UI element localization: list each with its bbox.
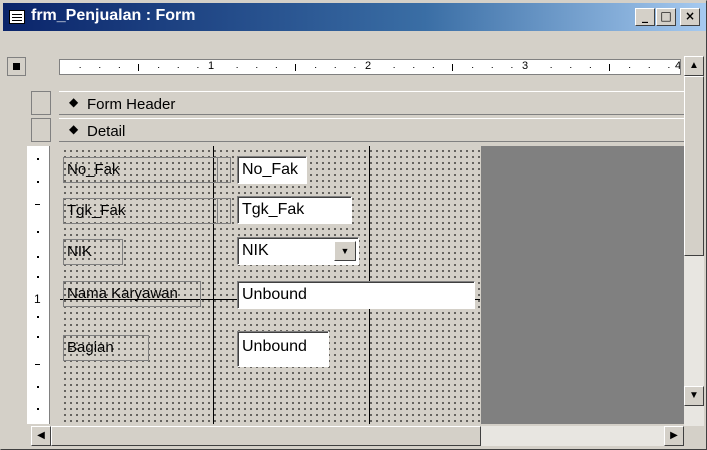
detail-label: Detail: [87, 123, 126, 140]
ruler-dot: [589, 67, 591, 68]
ruler-dot: [393, 67, 395, 68]
ruler-dot: [668, 67, 670, 68]
field-selector[interactable]: [217, 198, 231, 224]
ruler-dot: [158, 67, 160, 68]
textbox-no-fak[interactable]: No_Fak: [237, 156, 307, 184]
ruler-dot: [432, 67, 434, 68]
vertical-scroll-thumb[interactable]: [684, 76, 704, 256]
vertical-ruler[interactable]: 1: [27, 146, 50, 424]
ruler-dot: [197, 67, 199, 68]
ruler-tick: [35, 204, 40, 205]
detail-selector[interactable]: [31, 118, 51, 142]
label-nik[interactable]: NIK: [63, 239, 123, 265]
form-header-selector[interactable]: [31, 91, 51, 115]
detail-bar[interactable]: ◆ Detail: [59, 118, 684, 142]
ruler-dot: [550, 67, 552, 68]
scroll-down-button[interactable]: ▼: [684, 386, 704, 406]
vruler-mark-1: 1: [34, 292, 41, 306]
ruler-mark-4: 4: [675, 60, 681, 72]
form-icon[interactable]: [9, 10, 25, 24]
ruler-dot: [177, 67, 179, 68]
ruler-mark-3: 3: [522, 60, 529, 72]
horizontal-scroll-thumb[interactable]: [51, 426, 481, 446]
label-bagian[interactable]: Bagian: [63, 335, 149, 361]
grid-line: [213, 146, 214, 424]
ruler-dot: [236, 67, 238, 68]
ruler-dot: [334, 67, 336, 68]
ruler-tick: [37, 316, 39, 318]
window-title: frm_Penjualan : Form: [31, 7, 196, 24]
ruler-dot: [354, 67, 356, 68]
combobox-nik[interactable]: NIK ▼: [237, 237, 359, 265]
textbox-nama-karyawan[interactable]: Unbound: [237, 281, 475, 309]
field-selector[interactable]: [217, 157, 231, 183]
close-button[interactable]: ×: [680, 8, 700, 26]
maximize-button[interactable]: □: [656, 8, 676, 26]
ruler-mark-1: 1: [208, 60, 215, 72]
ruler-tick: [35, 364, 40, 365]
ruler-dot: [79, 67, 81, 68]
ruler-tick: [37, 276, 39, 278]
section-arrow-icon: ◆: [69, 122, 79, 136]
label-tgk-fak[interactable]: Tgk_Fak: [63, 198, 231, 224]
form-header-label: Form Header: [87, 96, 176, 113]
vertical-scrollbar[interactable]: ▲ ▼: [684, 56, 704, 426]
label-no-fak[interactable]: No_Fak: [63, 157, 231, 183]
ruler-mark-2: 2: [365, 60, 372, 72]
ruler-tick: [37, 386, 39, 388]
ruler-dot: [491, 67, 493, 68]
form-background-area: [481, 146, 684, 424]
scroll-up-button[interactable]: ▲: [684, 56, 704, 76]
ruler-tick: [37, 256, 39, 258]
ruler-dot: [315, 67, 317, 68]
ruler-dot: [472, 67, 474, 68]
ruler-dot: [570, 67, 572, 68]
ruler-dot: [413, 67, 415, 68]
ruler-dot: [275, 67, 277, 68]
ruler-dot: [648, 67, 650, 68]
ruler-tick: [37, 408, 39, 410]
combobox-nik-value: NIK: [242, 242, 269, 259]
scroll-right-button[interactable]: ▶: [664, 426, 684, 446]
ruler-tick: [37, 231, 39, 233]
horizontal-ruler[interactable]: 1 2 3 4: [59, 59, 681, 75]
dropdown-arrow-icon[interactable]: ▼: [334, 241, 356, 261]
minimize-button[interactable]: _: [635, 8, 655, 26]
form-selector[interactable]: [7, 57, 26, 76]
form-header-bar[interactable]: ◆ Form Header: [59, 91, 684, 115]
form-window: frm_Penjualan : Form _ □ × 1 2 3 4 ◆ For…: [0, 0, 707, 450]
section-arrow-icon: ◆: [69, 95, 79, 109]
ruler-dot: [256, 67, 258, 68]
ruler-dot: [511, 67, 513, 68]
title-bar[interactable]: frm_Penjualan : Form _ □ ×: [3, 3, 706, 31]
ruler-tick: [37, 158, 39, 160]
ruler-tick: [37, 181, 39, 183]
size-grip: [684, 426, 704, 446]
label-nama-karyawan[interactable]: Nama Karyawan: [63, 281, 201, 307]
scroll-left-button[interactable]: ◀: [31, 426, 51, 446]
horizontal-scrollbar[interactable]: ◀ ▶: [31, 426, 684, 446]
ruler-dot: [118, 67, 120, 68]
ruler-dot: [629, 67, 631, 68]
textbox-tgk-fak[interactable]: Tgk_Fak: [237, 196, 352, 224]
ruler-tick: [37, 336, 39, 338]
ruler-dot: [99, 67, 101, 68]
textbox-bagian[interactable]: Unbound: [237, 331, 329, 367]
